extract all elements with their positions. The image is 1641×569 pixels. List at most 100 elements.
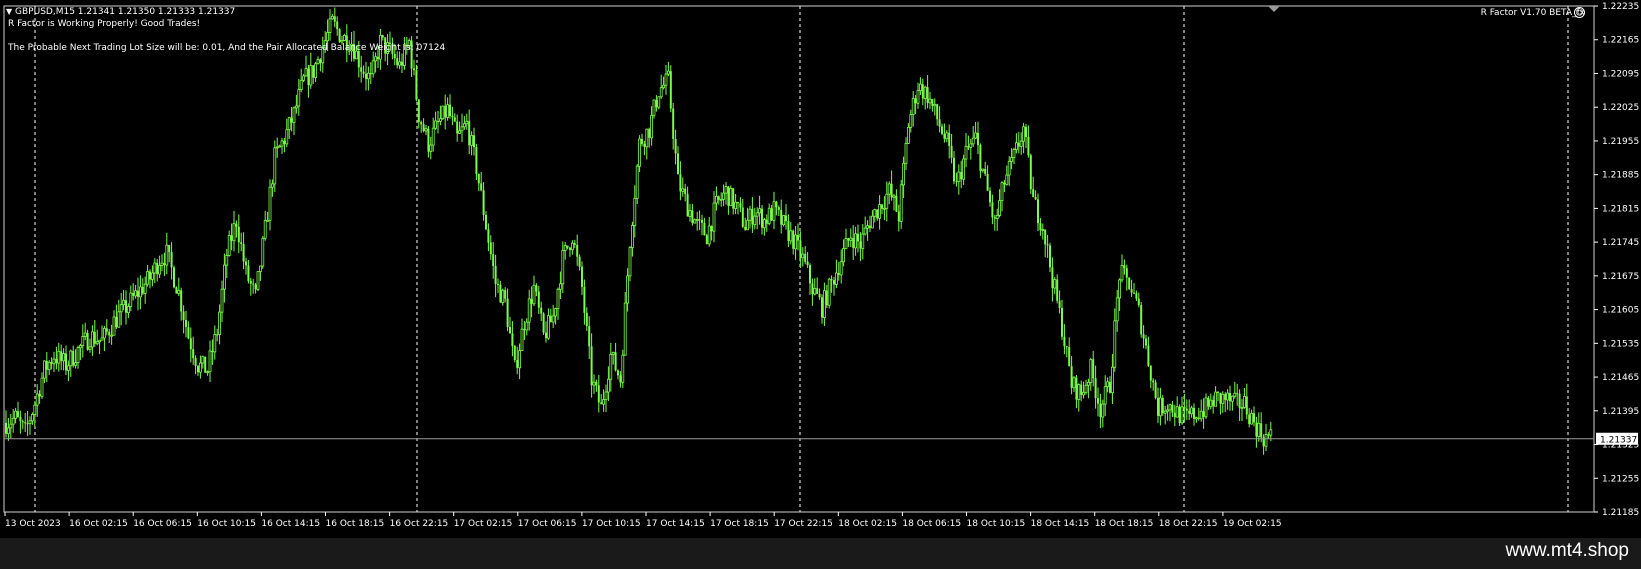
candle-body <box>907 126 910 144</box>
candle-body <box>686 194 689 217</box>
candle-body <box>753 215 757 225</box>
candle-body <box>415 70 418 100</box>
candle-body <box>732 188 735 209</box>
y-tick-label: 1.21185 <box>1602 508 1639 518</box>
candle-body <box>719 198 723 201</box>
chart-window[interactable]: 1.22235 1.22165 1.22095 1.22025 1.21955 1.218… <box>0 0 1641 538</box>
candle-body <box>247 265 250 281</box>
candle-body <box>933 103 937 107</box>
candle-body <box>626 275 629 304</box>
candle-body <box>537 291 540 308</box>
footer-bar <box>0 538 1641 569</box>
candle-body <box>825 290 828 306</box>
expert-advisor-label[interactable]: R Factor V1.70 BETA_fx <box>1481 8 1585 19</box>
candle-body <box>1034 197 1037 200</box>
candle-body <box>76 347 80 364</box>
candle-body <box>1041 229 1045 231</box>
candle-body <box>1226 392 1229 401</box>
candle-body <box>1087 381 1090 386</box>
candle-body <box>751 209 754 225</box>
candle-body <box>583 286 586 313</box>
candle-body <box>287 117 291 131</box>
candle-body <box>119 304 123 313</box>
candle-body <box>143 283 147 294</box>
candle-body <box>641 138 643 144</box>
candle-body <box>777 207 780 210</box>
candle-body <box>125 300 127 313</box>
collapse-triangle-icon[interactable]: ▼ <box>6 7 12 16</box>
candle-body <box>909 114 913 128</box>
candle-body <box>242 244 245 262</box>
watermark-text: www.mt4.shop <box>1505 540 1629 561</box>
candle-body <box>794 234 797 250</box>
candle-body <box>1075 377 1078 400</box>
candle-body <box>470 135 474 146</box>
candle-body <box>14 410 18 419</box>
candle-body <box>328 18 332 33</box>
candle-body <box>854 233 857 249</box>
candle-body <box>1154 382 1157 398</box>
candle-body <box>150 272 154 280</box>
candle-body <box>83 332 87 337</box>
candle-body <box>955 181 958 183</box>
candle-body <box>847 238 850 241</box>
candle-body <box>342 35 346 41</box>
candle-body <box>844 238 848 249</box>
candle-body <box>916 90 920 104</box>
x-tick-label: 17 Oct 02:15 <box>454 519 513 529</box>
candle-body <box>492 254 495 266</box>
candle-body <box>1063 336 1066 347</box>
candle-body <box>842 248 845 263</box>
candle-body <box>146 271 150 285</box>
candle-body <box>806 261 809 266</box>
candle-body <box>977 132 979 146</box>
candle-body <box>473 135 475 148</box>
candle-body <box>863 227 867 235</box>
candle-body <box>1264 434 1268 447</box>
candle-body <box>79 345 82 349</box>
smiley-icon[interactable]: ☺ <box>1574 7 1585 18</box>
candle-body <box>497 283 499 285</box>
candle-body <box>438 118 442 122</box>
candle-body <box>249 280 252 284</box>
candle-body <box>227 235 231 256</box>
candle-body <box>1217 392 1219 394</box>
candle-body <box>338 29 341 42</box>
candle-body <box>1161 397 1164 414</box>
candle-body <box>871 215 874 229</box>
candle-body <box>578 256 581 267</box>
candle-body <box>340 40 344 43</box>
candle-body <box>1214 391 1217 407</box>
candle-body <box>767 207 771 225</box>
candle-body <box>554 308 557 317</box>
shift-marker-icon[interactable] <box>1268 6 1280 12</box>
candle-body <box>823 290 826 318</box>
candle-body <box>1046 244 1049 246</box>
candle-body <box>74 362 77 366</box>
candle-body <box>381 35 384 38</box>
x-tick-label: 18 Oct 06:15 <box>902 519 961 529</box>
candle-body <box>160 262 164 266</box>
candle-body <box>235 223 238 227</box>
candle-body <box>117 311 121 328</box>
candle-body <box>677 153 679 175</box>
candle-body <box>792 230 795 249</box>
candle-body <box>527 298 531 323</box>
candle-body <box>1007 160 1011 176</box>
candle-body <box>1049 245 1051 268</box>
candle-body <box>141 286 144 294</box>
candle-body <box>964 145 968 160</box>
candle-body <box>770 208 773 221</box>
candle-body <box>1115 297 1119 322</box>
x-tick-label: 18 Oct 18:15 <box>1095 519 1154 529</box>
candle-body <box>211 351 214 353</box>
price-chart[interactable]: 1.22235 1.22165 1.22095 1.22025 1.21955 1.218… <box>0 0 1641 538</box>
candle-body <box>1044 229 1047 245</box>
candle-body <box>252 283 255 285</box>
x-tick-label: 18 Oct 22:15 <box>1159 519 1218 529</box>
candle-body <box>883 207 886 210</box>
candle-body <box>294 105 298 109</box>
candle-body <box>993 217 996 219</box>
y-tick-label: 1.22235 <box>1602 2 1639 12</box>
candle-body <box>173 267 175 288</box>
